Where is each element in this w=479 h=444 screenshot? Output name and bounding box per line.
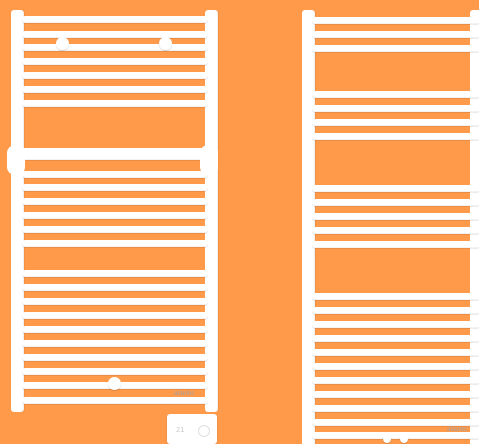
left-radiator-bar xyxy=(22,198,208,205)
left-radiator-right-rail xyxy=(205,10,218,412)
scene: atlantic 21 atlantic xyxy=(0,0,479,444)
controller-dial-icon xyxy=(198,425,210,437)
right-radiator-brand-label: atlantic xyxy=(447,427,468,433)
left-radiator-bar xyxy=(22,298,208,305)
right-radiator-bar xyxy=(312,363,479,370)
left-radiator-bar xyxy=(22,354,208,361)
left-radiator-bar xyxy=(22,184,208,191)
left-radiator-knob xyxy=(159,37,172,50)
left-radiator-bar xyxy=(22,58,208,65)
right-radiator-bar xyxy=(312,105,479,112)
left-radiator-bar xyxy=(22,226,208,233)
left-radiator-bar xyxy=(22,368,208,375)
left-radiator-bar xyxy=(22,16,208,23)
left-radiator-brand-label: atlantic xyxy=(174,391,195,397)
right-radiator-bar xyxy=(312,119,479,126)
right-radiator-bar xyxy=(312,45,479,52)
left-radiator-bar xyxy=(22,72,208,79)
right-radiator-valve xyxy=(400,433,408,443)
left-radiator-bar xyxy=(22,284,208,291)
right-radiator-bar xyxy=(312,31,479,38)
right-radiator-bar xyxy=(312,307,479,314)
left-radiator-controller: 21 xyxy=(167,414,217,444)
left-radiator-bar xyxy=(22,171,208,178)
right-radiator-bar xyxy=(312,17,479,24)
left-towel-bar xyxy=(14,148,217,160)
left-radiator-bar xyxy=(22,340,208,347)
right-radiator-bar xyxy=(312,391,479,398)
right-radiator-bar xyxy=(312,349,479,356)
right-radiator-bar xyxy=(312,133,479,140)
right-radiator-bar xyxy=(312,91,479,98)
left-radiator-bar xyxy=(22,44,208,51)
right-radiator-bar xyxy=(312,185,479,192)
right-radiator-bar xyxy=(312,321,479,328)
right-radiator-bar xyxy=(312,241,479,248)
left-radiator-bar xyxy=(22,86,208,93)
left-radiator-bar xyxy=(22,312,208,319)
left-radiator-knob xyxy=(56,37,69,50)
left-radiator-left-rail xyxy=(11,10,24,412)
right-radiator-bar xyxy=(312,335,479,342)
left-towel-bar-left-cap xyxy=(7,145,25,175)
right-radiator-bar xyxy=(312,432,479,439)
right-radiator-bar xyxy=(312,293,479,300)
left-radiator-knob xyxy=(108,377,121,390)
right-radiator-valve xyxy=(383,433,391,443)
right-radiator-bar xyxy=(312,213,479,220)
right-radiator-bar xyxy=(312,199,479,206)
left-radiator-bar xyxy=(22,31,208,38)
left-radiator-bar xyxy=(22,212,208,219)
left-radiator-bar xyxy=(22,240,208,247)
left-radiator-bar xyxy=(22,326,208,333)
right-radiator-bar xyxy=(312,405,479,412)
left-radiator-bar xyxy=(22,270,208,277)
right-radiator-bar xyxy=(312,227,479,234)
left-radiator-bar xyxy=(22,397,208,404)
controller-display: 21 xyxy=(176,426,185,434)
right-radiator-bar xyxy=(312,419,479,426)
right-radiator-bar xyxy=(312,377,479,384)
left-radiator-bar xyxy=(22,100,208,107)
